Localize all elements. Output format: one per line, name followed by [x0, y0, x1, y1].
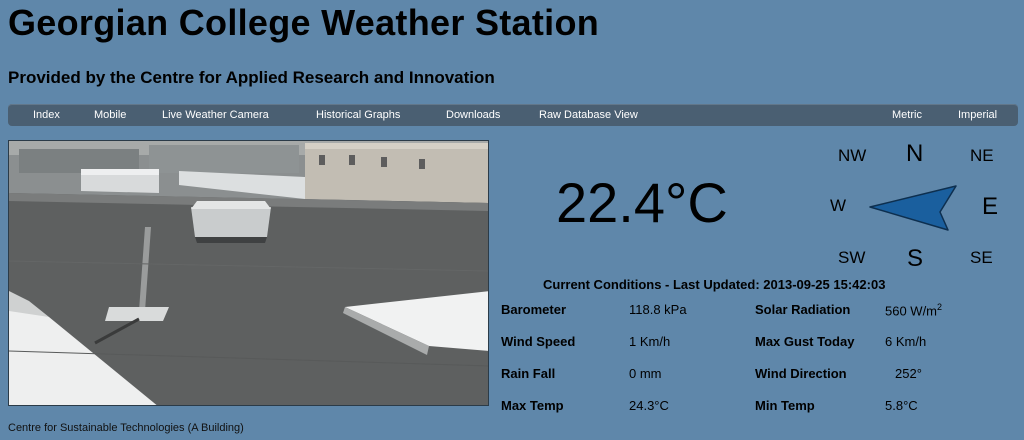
- wind-direction-arrow-icon: [869, 185, 957, 231]
- solar-radiation-label: Solar Radiation: [755, 302, 851, 317]
- camera-caption: Centre for Sustainable Technologies (A B…: [8, 422, 244, 434]
- wind-speed-value: 1 Km/h: [629, 334, 671, 349]
- min-temp-label: Min Temp: [755, 398, 815, 413]
- nav-live-weather-camera[interactable]: Live Weather Camera: [162, 104, 269, 126]
- wind-direction-label: Wind Direction: [755, 366, 847, 381]
- rain-fall-label: Rain Fall: [501, 366, 556, 381]
- page-subtitle: Provided by the Centre for Applied Resea…: [8, 68, 495, 87]
- wind-direction-value: 252°: [895, 366, 922, 381]
- min-temp-value: 5.8°C: [885, 398, 918, 413]
- max-temp-label: Max Temp: [501, 398, 564, 413]
- wind-speed-label: Wind Speed: [501, 334, 576, 349]
- weather-camera-image: [8, 140, 489, 406]
- wind-compass: NW N NE W E SW S SE: [822, 138, 1012, 273]
- rain-fall-value: 0 mm: [629, 366, 662, 381]
- max-temp-value: 24.3°C: [629, 398, 669, 413]
- barometer-label: Barometer: [501, 302, 567, 317]
- nav-downloads[interactable]: Downloads: [446, 104, 500, 126]
- max-gust-label: Max Gust Today: [755, 334, 855, 349]
- nav-raw-database-view[interactable]: Raw Database View: [539, 104, 638, 126]
- nav-imperial[interactable]: Imperial: [958, 104, 997, 126]
- conditions-heading: Current Conditions - Last Updated: 2013-…: [543, 277, 886, 292]
- page-title: Georgian College Weather Station: [8, 2, 600, 43]
- nav-mobile[interactable]: Mobile: [94, 104, 126, 126]
- nav-bar: Index Mobile Live Weather Camera Histori…: [8, 104, 1018, 126]
- nav-metric[interactable]: Metric: [892, 104, 922, 126]
- current-temperature: 22.4°C: [556, 171, 728, 234]
- nav-index[interactable]: Index: [33, 104, 60, 126]
- solar-radiation-value: 560 W/m2: [885, 302, 943, 319]
- max-gust-value: 6 Km/h: [885, 334, 927, 349]
- nav-historical-graphs[interactable]: Historical Graphs: [316, 104, 400, 126]
- barometer-value: 118.8 kPa: [629, 302, 687, 317]
